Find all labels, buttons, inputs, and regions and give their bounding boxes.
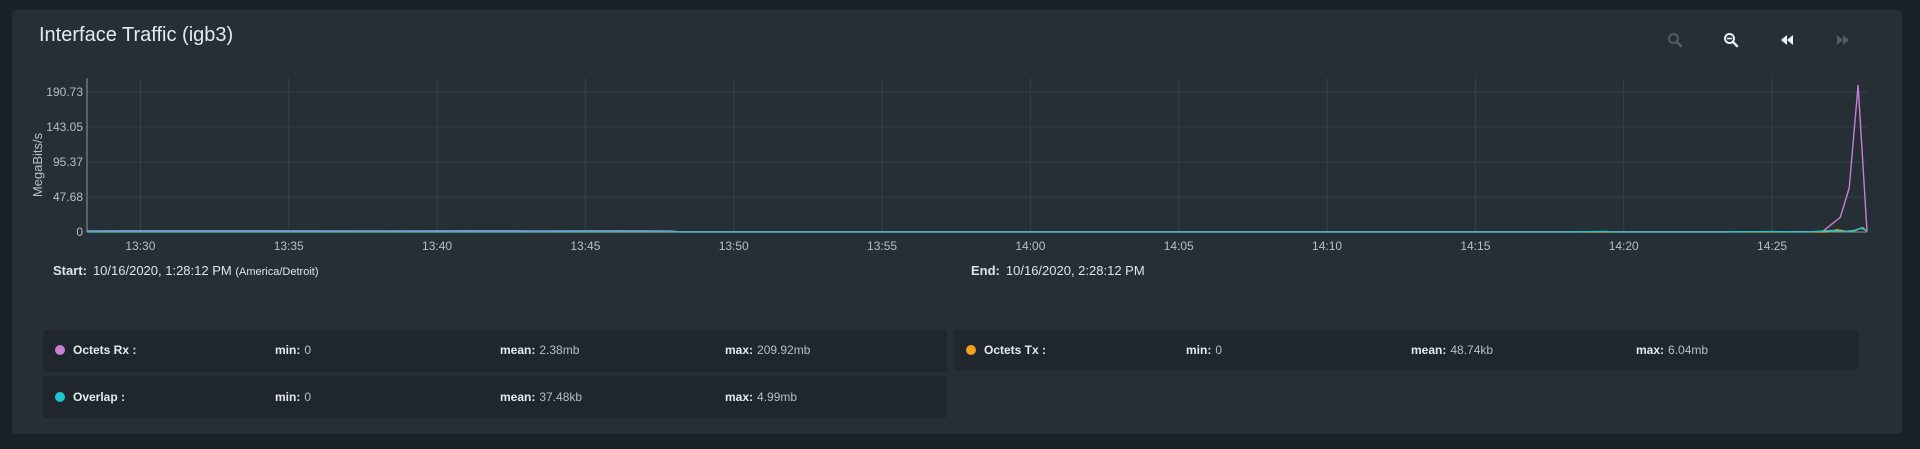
x-tick-label: 14:20 [1609, 239, 1639, 250]
y-tick-label: 143.05 [46, 120, 83, 134]
range-start: Start: 10/16/2020, 1:28:12 PM (America/De… [53, 263, 318, 278]
rx-name: Octets Rx : [73, 343, 137, 357]
tx-max: max: 6.04mb [1636, 343, 1709, 357]
legend-row-tx[interactable]: Octets Tx : min: 0 mean: 48.74kb max: 6.04m… [954, 330, 1858, 370]
start-label: Start: [53, 263, 87, 278]
legend-row-rx[interactable]: Octets Rx : min: 0 mean: 2.38mb max: 209.92… [43, 330, 947, 370]
legend-right: Octets Tx : min: 0 mean: 48.74kb max: 6.04m… [954, 330, 1858, 370]
end-value: 10/16/2020, 2:28:12 PM [1005, 263, 1145, 278]
traffic-panel: Interface Traffic (igb3) 13:30 13:35 13:… [12, 10, 1902, 434]
y-tick-label: 47.68 [53, 190, 83, 204]
start-value: 10/16/2020, 1:28:12 PM [92, 263, 232, 278]
start-timezone: (America/Detroit) [235, 266, 319, 278]
range-end: End: 10/16/2020, 2:28:12 PM [971, 263, 1145, 278]
x-tick-label: 14:00 [1015, 239, 1045, 250]
rx-max: max: 209.92mb [725, 343, 811, 357]
series-line-rx [86, 84, 1868, 233]
overlap-min: min: 0 [275, 390, 312, 404]
x-tick-label: 13:55 [867, 239, 897, 250]
y-tick-label: 0 [76, 225, 83, 239]
tx-min: min: 0 [1186, 343, 1223, 357]
traffic-chart[interactable]: 13:30 13:35 13:40 13:45 13:50 13:55 14:00 14:05… [12, 10, 1902, 250]
rx-dot [55, 345, 65, 355]
x-tick-label: 14:05 [1164, 239, 1194, 250]
x-tick-label: 13:50 [719, 239, 749, 250]
y-tick-label: 95.37 [53, 155, 83, 169]
x-tick-label: 14:10 [1312, 239, 1342, 250]
legend-left: Octets Rx : min: 0 mean: 2.38mb max: 209.92… [43, 330, 947, 418]
x-tick-label: 13:45 [570, 239, 600, 250]
overlap-name: Overlap : [73, 390, 126, 404]
overlap-mean: mean: 37.48kb [500, 390, 583, 404]
rx-min: min: 0 [275, 343, 312, 357]
y-axis-label: MegaBits/s [30, 132, 45, 197]
x-tick-label: 14:15 [1460, 239, 1490, 250]
overlap-max: max: 4.99mb [725, 390, 798, 404]
legend-row-overlap[interactable]: Overlap : min: 0 mean: 37.48kb max: 4.99mb [43, 377, 947, 417]
tx-name: Octets Tx : [984, 343, 1047, 357]
rx-mean: mean: 2.38mb [500, 343, 580, 357]
overlap-dot [55, 392, 65, 402]
tx-mean: mean: 48.74kb [1411, 343, 1494, 357]
legend-divider [43, 372, 947, 376]
tx-dot [966, 345, 976, 355]
x-tick-label: 13:40 [422, 239, 452, 250]
series-line-overlap [87, 227, 1868, 233]
x-tick-label: 13:30 [125, 239, 155, 250]
y-tick-label: 190.73 [46, 85, 83, 99]
x-tick-label: 13:35 [274, 239, 304, 250]
x-tick-label: 14:25 [1757, 239, 1787, 250]
end-label: End: [971, 263, 1000, 278]
